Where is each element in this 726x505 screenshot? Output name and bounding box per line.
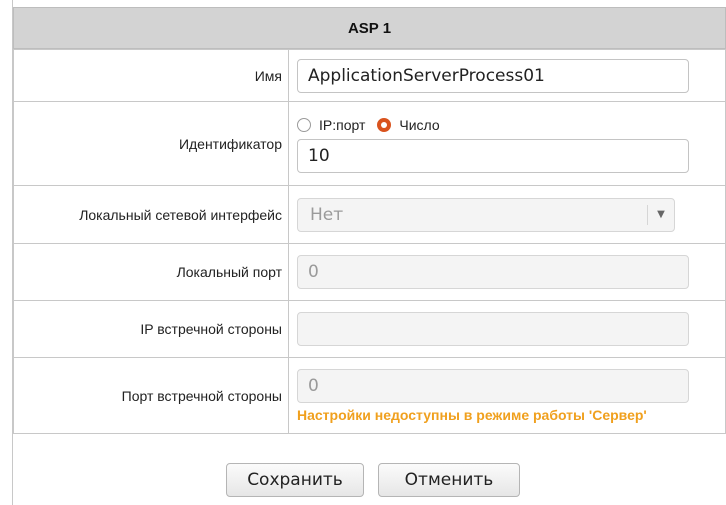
- dropdown-arrow-icon: ▼: [647, 204, 674, 225]
- row-remote-port: Порт встречной стороны 0 Настройки недос…: [13, 357, 726, 434]
- radio-number-label[interactable]: Число: [399, 117, 439, 133]
- row-remote-ip: IP встречной стороны: [13, 300, 726, 358]
- identifier-label: Идентификатор: [13, 101, 289, 186]
- radio-ip-port[interactable]: [297, 118, 311, 132]
- local-port-label: Локальный порт: [13, 243, 289, 301]
- local-port-input[interactable]: 0: [297, 255, 689, 289]
- local-interface-label: Локальный сетевой интерфейс: [13, 185, 289, 244]
- settings-table: Имя ApplicationServerProcess01 Идентифик…: [13, 49, 726, 434]
- section-header: ASP 1: [13, 7, 726, 49]
- remote-ip-label: IP встречной стороны: [13, 300, 289, 358]
- row-identifier: Идентификатор IP:порт Число 10: [13, 101, 726, 186]
- save-button[interactable]: Сохранить: [226, 463, 364, 497]
- identifier-radio-group: IP:порт Число: [297, 114, 725, 136]
- name-label: Имя: [13, 49, 289, 102]
- row-local-port: Локальный порт 0: [13, 243, 726, 301]
- form-buttons: Сохранить Отменить: [226, 463, 520, 497]
- remote-port-label: Порт встречной стороны: [13, 357, 289, 434]
- remote-ip-input[interactable]: [297, 312, 689, 346]
- mode-warning: Настройки недоступны в режиме работы 'Се…: [297, 406, 647, 423]
- identifier-input[interactable]: 10: [297, 139, 689, 173]
- local-interface-select[interactable]: Нет ▼: [297, 197, 675, 232]
- remote-port-input[interactable]: 0: [297, 368, 689, 403]
- radio-number[interactable]: [377, 118, 392, 132]
- local-interface-value: Нет: [310, 204, 344, 225]
- radio-ip-port-label[interactable]: IP:порт: [319, 117, 365, 133]
- section-title: ASP 1: [347, 19, 392, 37]
- name-input[interactable]: ApplicationServerProcess01: [297, 58, 689, 93]
- cancel-button[interactable]: Отменить: [378, 463, 520, 497]
- row-local-interface: Локальный сетевой интерфейс Нет ▼: [13, 185, 726, 244]
- row-name: Имя ApplicationServerProcess01: [13, 49, 726, 102]
